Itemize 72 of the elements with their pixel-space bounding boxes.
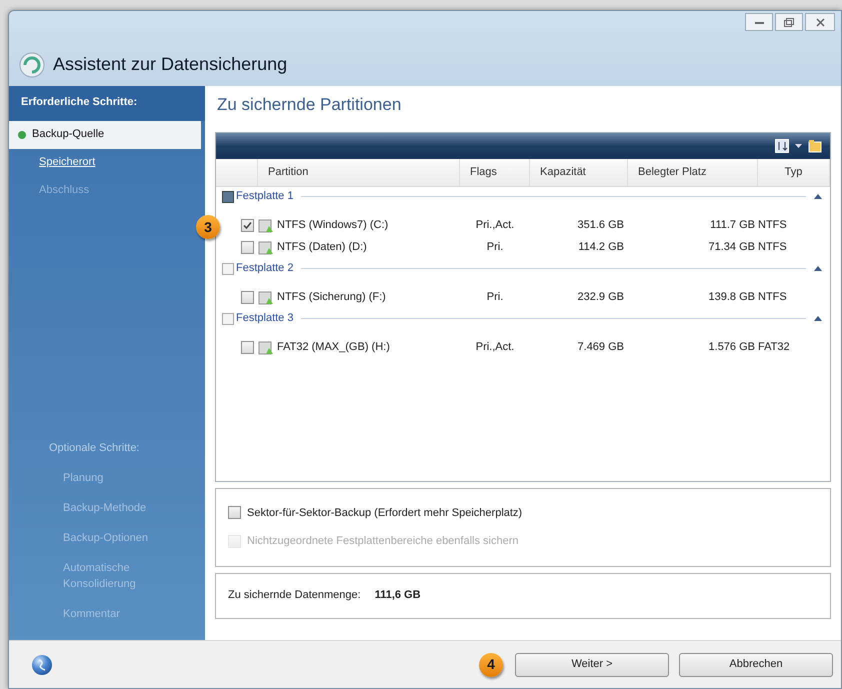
partition-name: NTFS (Windows7) (C:): [277, 218, 388, 234]
checkbox[interactable]: [241, 241, 254, 254]
step-callout: 4: [479, 652, 503, 676]
column-header[interactable]: Typ: [758, 158, 830, 186]
partition-icon: [258, 240, 274, 256]
checkbox[interactable]: [228, 506, 241, 520]
flags-cell-text: Pri.: [486, 240, 504, 256]
partition-name: FAT32 (MAX_(GB) (H:): [277, 340, 390, 356]
column-header[interactable]: Partition: [258, 158, 460, 186]
collapse-icon[interactable]: [814, 194, 822, 199]
sort-icon[interactable]: [775, 138, 789, 152]
capacity-cell-text: 7.469 GB: [576, 340, 625, 356]
step-callout: 3: [196, 215, 220, 239]
group-label: Festplatte 1: [236, 189, 294, 204]
used-space-cell-text: 71.34 GB: [708, 240, 756, 256]
flags-cell-text: Pri.,Act.: [474, 218, 516, 234]
flags-cell-text: Pri.: [486, 290, 504, 306]
type-cell-text: FAT32: [758, 340, 791, 356]
sidebar-step: Kommentar: [63, 606, 165, 622]
app-logo-icon: [19, 52, 45, 78]
sidebar-step: Backup-Methode: [63, 500, 165, 516]
flags-cell-text: Pri.,Act.: [474, 340, 516, 356]
column-header[interactable]: Kapazität: [530, 158, 628, 186]
type-cell-text: NTFS: [758, 240, 788, 256]
capacity-cell-text: 114.2 GB: [577, 240, 625, 256]
used-space-cell-text: 111.7 GB: [709, 218, 756, 234]
type-cell-text: NTFS: [758, 290, 788, 306]
type-cell-text: NTFS: [758, 218, 788, 234]
summary-label: Zu sichernde Datenmenge:: [228, 588, 361, 604]
column-header[interactable]: Belegter Platz: [628, 158, 758, 186]
partition-icon: [258, 340, 274, 356]
wizard-button[interactable]: Abbrechen: [679, 652, 833, 676]
wizard-button[interactable]: Weiter >: [515, 652, 669, 676]
collapse-icon[interactable]: [814, 266, 822, 271]
folder-icon[interactable]: [808, 138, 822, 152]
checkbox[interactable]: [241, 219, 254, 232]
capacity-cell-text: 232.9 GB: [576, 290, 625, 306]
group-label: Festplatte 3: [236, 311, 294, 326]
restore-icon: [784, 18, 794, 26]
checkbox[interactable]: [241, 291, 254, 304]
sidebar-step: Automatische Konsolidierung: [63, 560, 165, 592]
used-space-cell-text: 139.8 GB: [708, 290, 756, 306]
globe-icon[interactable]: [31, 654, 53, 676]
current-step-icon: [17, 130, 27, 140]
close-icon: [816, 18, 824, 26]
minimize-button[interactable]: [745, 13, 773, 31]
column-header[interactable]: Flags: [460, 158, 530, 186]
partition-name: NTFS (Daten) (D:): [277, 240, 367, 256]
option-label: Sektor-für-Sektor-Backup (Erfordert mehr Speicherplatz): [247, 506, 522, 520]
dropdown-arrow-icon[interactable]: [795, 144, 802, 148]
maximize-button[interactable]: [775, 13, 803, 31]
sidebar-heading: Erforderliche Schritte:: [9, 86, 205, 120]
summary-value: 111,6 GB: [374, 588, 421, 604]
sidebar-heading: Optionale Schritte:: [48, 440, 140, 456]
partition-icon: [258, 218, 274, 234]
sidebar-step: Backup-Optionen: [63, 530, 165, 546]
sidebar-step: Planung: [63, 470, 165, 486]
sidebar-step[interactable]: Speicherort: [9, 148, 205, 176]
option-label: Nichtzugeordnete Festplattenbereiche ebenfalls sichern: [247, 534, 518, 549]
capacity-cell-text: 351.6 GB: [576, 218, 625, 234]
sidebar-step[interactable]: Backup-Quelle: [9, 120, 201, 148]
collapse-icon[interactable]: [814, 316, 822, 321]
partition-name: NTFS (Sicherung) (F:): [277, 290, 386, 306]
page-heading: Zu sichernde Partitionen: [216, 94, 402, 116]
group-label: Festplatte 2: [236, 261, 294, 276]
partition-icon: [258, 290, 274, 306]
minimize-icon: [754, 20, 764, 24]
checkbox[interactable]: [241, 341, 254, 354]
check-icon: [243, 221, 252, 230]
close-button[interactable]: [805, 13, 835, 31]
used-space-cell-text: 1.576 GB: [708, 340, 756, 356]
window-title: Assistent zur Datensicherung: [53, 53, 288, 76]
